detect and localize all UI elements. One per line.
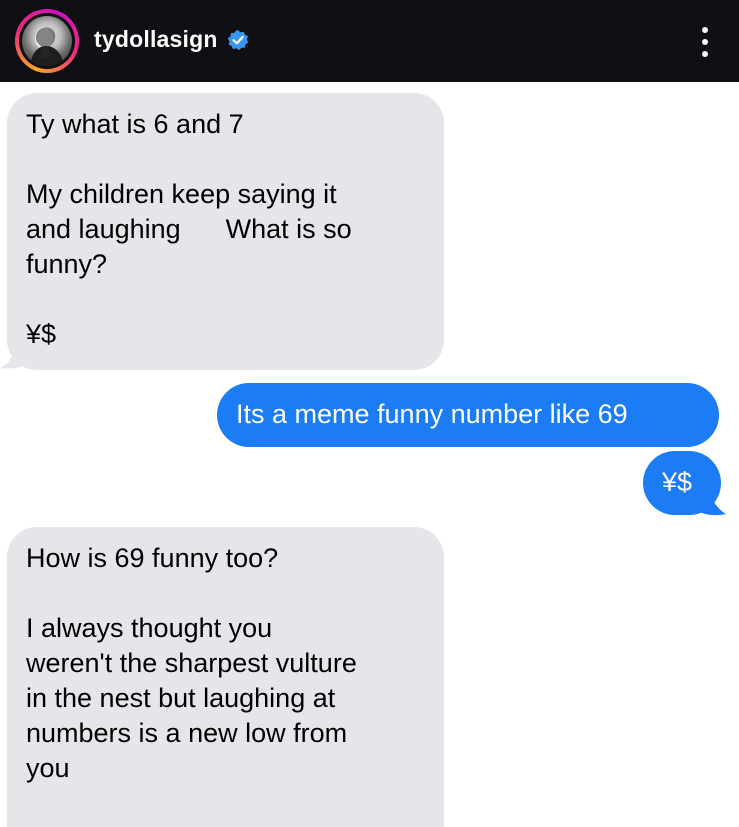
message-text: Its a meme funny number like 69 bbox=[236, 399, 628, 429]
message-text: you bbox=[26, 753, 70, 783]
message-text: in the nest but laughing at bbox=[26, 683, 336, 713]
message-text: and laughing What is so bbox=[26, 214, 352, 244]
message-bubble-received[interactable]: How is 69 funny too? I always thought yo… bbox=[7, 527, 444, 827]
message-text: numbers is a new low from bbox=[26, 718, 348, 748]
avatar[interactable] bbox=[22, 16, 72, 66]
message-text: Ty what is 6 and 7 bbox=[26, 109, 244, 139]
message-text: My children keep saying it bbox=[26, 179, 337, 209]
avatar-frame bbox=[19, 13, 75, 69]
message-text: ¥$ bbox=[662, 467, 693, 497]
message-text: funny? bbox=[26, 249, 108, 279]
chat-header: tydollasign bbox=[0, 0, 739, 82]
message-bubble-sent[interactable]: Its a meme funny number like 69 bbox=[217, 383, 719, 447]
dot bbox=[702, 27, 708, 33]
profile-photo-icon bbox=[30, 27, 64, 66]
message-text: How is 69 funny too? bbox=[26, 543, 279, 573]
story-ring[interactable] bbox=[15, 9, 79, 73]
message-text: I always thought you bbox=[26, 613, 273, 643]
dot bbox=[702, 51, 708, 57]
username[interactable]: tydollasign bbox=[94, 26, 218, 53]
message-text: ¥$ bbox=[26, 319, 57, 349]
dot bbox=[702, 39, 708, 45]
message-bubble-sent[interactable]: ¥$ bbox=[643, 451, 721, 515]
message-bubble-received[interactable]: Ty what is 6 and 7 My children keep sayi… bbox=[7, 93, 444, 370]
verified-badge-icon bbox=[227, 30, 249, 51]
more-options-icon[interactable] bbox=[693, 22, 717, 62]
message-text: weren't the sharpest vulture bbox=[26, 648, 357, 678]
